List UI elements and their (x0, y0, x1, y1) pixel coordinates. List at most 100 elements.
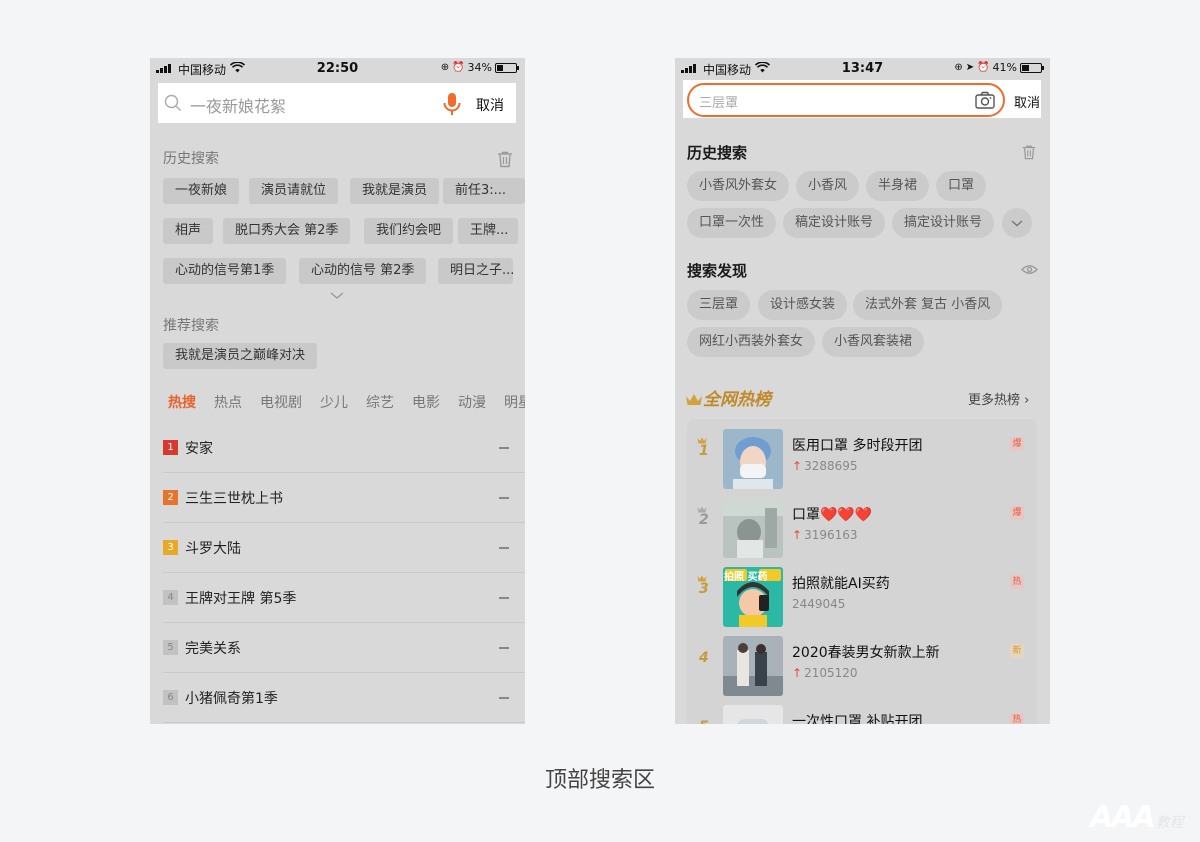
battery-percent: 34% (467, 61, 492, 74)
tab-hot[interactable]: 热搜 (168, 392, 196, 412)
recommend-chip[interactable]: 我就是演员之巅峰对决 (163, 343, 318, 369)
history-chip[interactable]: 小香风外套女 (687, 171, 790, 201)
status-bar: 中国移动 22:50 ⊕ ⏰ 34% (150, 58, 525, 80)
hot-list-item[interactable]: 3 拍照 买药 拍照就能AI买药 2449045 热 (687, 559, 1037, 627)
trend-flat-icon (499, 547, 509, 549)
history-chip[interactable]: 半身裙 (866, 171, 930, 201)
search-bar: 一夜新娘花絮 取消 (158, 83, 516, 123)
history-chip[interactable]: 我们约会吧 (364, 218, 454, 244)
tab-topics[interactable]: 热点 (214, 392, 242, 412)
history-chip[interactable]: 口罩 (936, 171, 987, 201)
hot-list-item[interactable]: 2 口罩❤️❤️❤️ ↑ 3196163 爆 (687, 490, 1037, 558)
microphone-icon[interactable] (441, 92, 463, 116)
rank-title: 斗罗大陆 (185, 541, 241, 557)
tab-celebrity[interactable]: 明星 (504, 392, 525, 412)
discover-chip[interactable]: 网红小西装外套女 (687, 327, 816, 357)
hot-item-count-value: 3196163 (804, 528, 858, 542)
history-chip[interactable]: 一夜新娘 (163, 178, 240, 204)
tab-anime[interactable]: 动漫 (458, 392, 486, 412)
divider (163, 722, 525, 723)
hot-rank-number: 1 (697, 437, 709, 459)
ranking-row[interactable]: 2 三生三世枕上书 (150, 473, 525, 523)
cancel-button[interactable]: 取消 (1014, 92, 1040, 111)
hot-item-thumbnail[interactable] (723, 429, 783, 489)
chevron-down-icon (1011, 220, 1023, 227)
search-field[interactable]: 三层罩 (687, 83, 1005, 117)
hot-item-count: ↑ 3196163 (792, 528, 858, 542)
chevron-down-icon[interactable] (330, 292, 344, 300)
hot-item-badge: 爆 (1010, 437, 1024, 451)
hot-item-count: ↑ 3288695 (792, 459, 858, 473)
history-chip[interactable]: 相声 (163, 218, 214, 244)
hot-list-item[interactable]: 5 一次性口罩 补贴开团 热 (687, 697, 1037, 724)
rank-title: 完美关系 (185, 641, 241, 657)
rank-title: 王牌对王牌 第5季 (185, 591, 297, 607)
discover-chip[interactable]: 设计感女装 (758, 290, 848, 320)
more-hot-link[interactable]: 更多热榜 › (968, 389, 1029, 408)
expand-history-button[interactable] (1002, 208, 1032, 238)
trend-flat-icon (499, 647, 509, 649)
history-chip[interactable]: 前任3:... (443, 178, 525, 204)
camera-icon[interactable] (975, 91, 995, 109)
chevron-right-icon: › (1024, 393, 1030, 408)
trash-icon[interactable] (1021, 144, 1037, 160)
search-input[interactable]: 一夜新娘花絮 (190, 93, 286, 117)
tab-kids[interactable]: 少儿 (320, 392, 348, 412)
hot-item-thumbnail[interactable] (723, 705, 783, 724)
hot-item-badge: 爆 (1010, 506, 1024, 520)
history-title: 历史搜索 (163, 151, 219, 167)
search-input[interactable]: 三层罩 (699, 92, 738, 111)
eye-icon[interactable] (1021, 264, 1038, 275)
hot-item-count-value: 3288695 (804, 459, 858, 473)
ranking-row[interactable]: 6 小猪佩奇第1季 (150, 673, 525, 723)
history-chip[interactable]: 心动的信号 第2季 (299, 258, 427, 284)
alarm-icon: ⏰ (452, 62, 465, 73)
history-chip[interactable]: 脱口秀大会 第2季 (223, 218, 351, 244)
hot-item-count-value: 2105120 (804, 666, 858, 680)
discover-chip[interactable]: 法式外套 复古 小香风 (853, 290, 1003, 320)
crown-icon (697, 575, 707, 582)
orientation-lock-icon: ⊕ (440, 62, 450, 73)
hot-item-badge: 新 (1010, 644, 1024, 658)
ranking-row[interactable]: 3 斗罗大陆 (150, 523, 525, 573)
trash-icon[interactable] (496, 150, 514, 168)
hot-list-item[interactable]: 1 医用口罩 多时段开团 ↑ 3288695 爆 (687, 421, 1037, 489)
history-chip[interactable]: 心动的信号第1季 (163, 258, 287, 284)
hot-item-thumbnail[interactable]: 拍照 买药 (723, 567, 783, 627)
battery-percent: 41% (992, 61, 1017, 74)
ranking-row[interactable]: 4 王牌对王牌 第5季 (150, 573, 525, 623)
rank-number: 5 (163, 640, 178, 655)
tab-movie[interactable]: 电影 (412, 392, 440, 412)
cancel-button[interactable]: 取消 (476, 95, 504, 115)
rank-number: 3 (163, 540, 178, 555)
history-chip[interactable]: 口罩一次性 (687, 208, 777, 238)
ranking-row[interactable]: 1 安家 (150, 423, 525, 473)
tab-variety[interactable]: 综艺 (366, 392, 394, 412)
phone-screen-right: 中国移动 13:47 ⊕ ➤ ⏰ 41% 三层罩 取消 历史搜索 小香风外套女 … (675, 58, 1050, 724)
hot-rank-value: 1 (699, 443, 709, 459)
history-chip[interactable]: 王牌... (458, 218, 518, 244)
history-chip[interactable]: 稿定设计账号 (783, 208, 886, 238)
hot-item-thumbnail[interactable] (723, 636, 783, 696)
hot-list-item[interactable]: 4 2020春装男女新款上新 ↑ 2105120 新 (687, 628, 1037, 696)
ranking-row[interactable]: 5 完美关系 (150, 623, 525, 673)
history-chip[interactable]: 演员请就位 (249, 178, 339, 204)
history-chip[interactable]: 我就是演员 (350, 178, 440, 204)
history-chip[interactable]: 搞定设计账号 (892, 208, 995, 238)
hot-rank-number: 2 (697, 506, 709, 528)
page-caption: 顶部搜索区 (544, 768, 655, 793)
hot-item-thumbnail[interactable] (723, 498, 783, 558)
hot-board-title: 全网热榜 (685, 385, 771, 410)
trend-up-icon: ↑ (792, 459, 803, 473)
thumbnail-caption: 拍照 买药 (724, 572, 768, 583)
discover-chip[interactable]: 三层罩 (687, 290, 751, 320)
hot-item-title: 2020春装男女新款上新 (792, 645, 940, 661)
tab-tv[interactable]: 电视剧 (260, 392, 302, 412)
crown-icon (686, 394, 702, 405)
history-chip[interactable]: 明日之子... (438, 258, 513, 284)
discover-chip[interactable]: 小香风套装裙 (822, 327, 925, 357)
rank-title: 三生三世枕上书 (185, 491, 283, 507)
phone-screen-left: 中国移动 22:50 ⊕ ⏰ 34% 一夜新娘花絮 取消 历史搜索 一夜新娘 演… (150, 58, 525, 724)
trend-up-icon: ↑ (792, 528, 803, 542)
history-chip[interactable]: 小香风 (796, 171, 860, 201)
